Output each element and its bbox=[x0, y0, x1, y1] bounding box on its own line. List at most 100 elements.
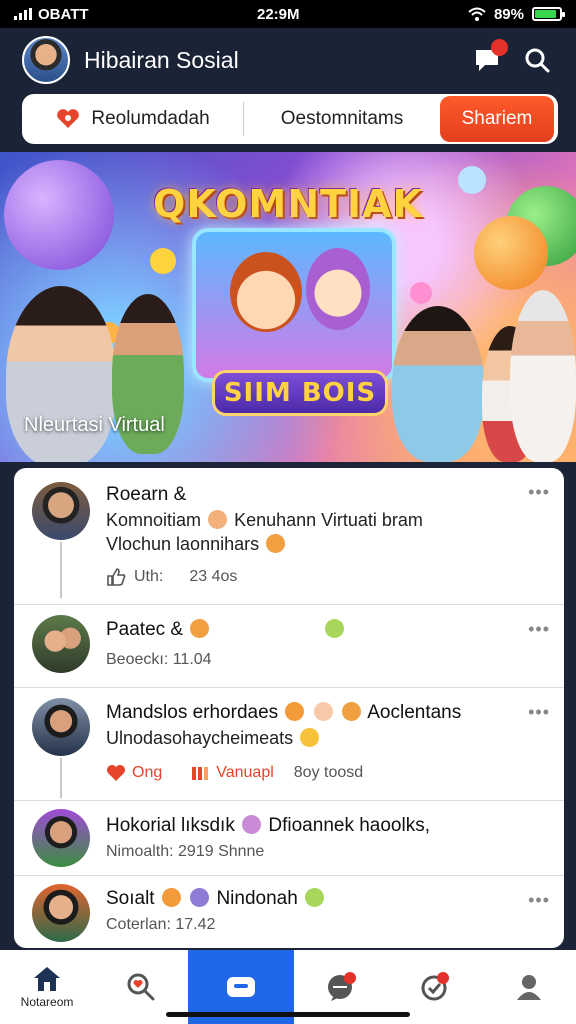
feed-item-4[interactable]: Hokorial lıksdık Dfioannek haoolks, Nimo… bbox=[14, 801, 564, 876]
post-meta: Nimoalth: 2919 Shnne bbox=[106, 843, 265, 860]
more-options-icon[interactable]: ••• bbox=[528, 702, 550, 723]
feed-item-5[interactable]: Soıalt Nindonah Coterlan: 17.42 ••• bbox=[14, 876, 564, 948]
battery-percent: 89% bbox=[493, 5, 524, 23]
kiss-emoji-icon bbox=[342, 702, 361, 721]
smile-emoji-icon bbox=[266, 534, 286, 553]
thread-line bbox=[60, 758, 62, 798]
more-options-icon[interactable]: ••• bbox=[528, 482, 550, 503]
messages-icon bbox=[327, 972, 356, 1001]
chat-badge bbox=[491, 39, 508, 56]
cartoon-girl bbox=[306, 248, 370, 330]
banner-subtitle: Nleurtasi Virtual bbox=[24, 414, 165, 436]
laugh-emoji-icon bbox=[161, 888, 181, 907]
face-emoji-icon bbox=[190, 619, 210, 638]
feed-item-2[interactable]: Paatec & Beoeckı: 11.04 ••• bbox=[14, 605, 564, 688]
feed-item-1[interactable]: Roearn & Komnoitiam Kenuhann Virtuati br… bbox=[14, 468, 564, 605]
post-author: Roearn & bbox=[106, 484, 187, 505]
post-author-suffix: Aoclentans bbox=[367, 702, 462, 723]
post-author: Mandslos erhordaes Aoclentans bbox=[106, 702, 461, 724]
post-author-name: Paatec & bbox=[106, 619, 184, 640]
status-left: OBATT bbox=[14, 6, 89, 23]
emoji-floating-2 bbox=[410, 282, 432, 304]
tab-share[interactable]: Shariem bbox=[440, 96, 554, 142]
grin-emoji-icon bbox=[300, 728, 320, 747]
chat-button[interactable] bbox=[470, 39, 508, 77]
nav-home[interactable]: Notareom bbox=[0, 950, 94, 1024]
battery-level bbox=[534, 10, 557, 18]
status-right: 89% bbox=[468, 5, 565, 23]
share-icon[interactable] bbox=[190, 764, 210, 782]
happy-emoji-icon bbox=[305, 888, 325, 907]
avatar[interactable] bbox=[32, 884, 90, 942]
post-line-1: Komnoitiam Kenuhann Virtuati bram bbox=[106, 510, 423, 531]
post-text-2: Vlochun laonnihars bbox=[106, 534, 260, 554]
post-meta: Beoeckı: 11.04 bbox=[106, 651, 212, 668]
search-heart-icon bbox=[127, 973, 155, 1001]
post-author-suffix: Nindonah bbox=[216, 888, 298, 909]
profile-icon bbox=[517, 975, 541, 1000]
avatar[interactable] bbox=[32, 615, 90, 673]
carrier-name: OBATT bbox=[38, 5, 89, 23]
avatar[interactable] bbox=[32, 698, 90, 756]
family-emoji-icon bbox=[190, 888, 210, 907]
like-label: Uth: bbox=[134, 568, 164, 585]
tab-community[interactable]: Oestomnitams bbox=[244, 94, 440, 144]
tab-recommended[interactable]: Reolumdadah bbox=[22, 102, 244, 136]
home-indicator bbox=[166, 1012, 410, 1017]
post-author-name: Mandslos erhordaes bbox=[106, 702, 279, 723]
app-header: Hibairan Sosial bbox=[0, 28, 576, 92]
nav-profile[interactable] bbox=[482, 950, 576, 1024]
action-1-label[interactable]: Ong bbox=[132, 764, 162, 782]
more-options-icon[interactable]: ••• bbox=[528, 890, 550, 911]
person-woman-right bbox=[510, 290, 576, 462]
balloon-right-orange bbox=[474, 216, 548, 290]
post-author-name: Hokorial lıksdık bbox=[106, 815, 235, 836]
person-man bbox=[392, 306, 484, 462]
hero-banner[interactable]: QKOMNTIAK SIIM BOIS Nleurtasi Virtual bbox=[0, 152, 576, 462]
like-count: 23 4os bbox=[189, 568, 238, 585]
feed-tabs: Reolumdadah Oestomnitams Shariem bbox=[22, 94, 558, 144]
thread-line bbox=[60, 542, 62, 598]
tab-recommended-label: Reolumdadah bbox=[91, 108, 210, 129]
post-text-1a: Komnoitiam bbox=[106, 510, 202, 530]
create-icon bbox=[226, 977, 255, 997]
wifi-icon bbox=[468, 7, 486, 21]
post-meta: Coterlan: 17.42 bbox=[106, 916, 216, 933]
post-line-2: Ulnodasohaycheimeats bbox=[106, 728, 321, 749]
avatar[interactable] bbox=[32, 809, 90, 867]
action-2-label[interactable]: Vanuapl bbox=[216, 764, 274, 782]
home-icon bbox=[34, 967, 61, 991]
banner-title: QKOMNTIAK bbox=[153, 182, 423, 226]
post-author: Hokorial lıksdık Dfioannek haoolks, bbox=[106, 815, 430, 837]
post-line-2: Vlochun laonnihars bbox=[106, 534, 287, 555]
search-icon bbox=[525, 48, 550, 73]
heart-icon[interactable] bbox=[106, 764, 126, 782]
search-button[interactable] bbox=[520, 43, 554, 77]
app-title: Hibairan Sosial bbox=[84, 46, 239, 73]
post-author-name: Soıalt bbox=[106, 888, 155, 909]
feed-list: Roearn & Komnoitiam Kenuhann Virtuati br… bbox=[14, 468, 564, 948]
avatar[interactable] bbox=[32, 482, 90, 540]
video-screen bbox=[192, 228, 396, 382]
cartoon-boy bbox=[230, 252, 302, 332]
screen-caption: SIIM BOIS bbox=[212, 370, 388, 416]
nav-home-label: Notareom bbox=[20, 995, 74, 1009]
more-options-icon[interactable]: ••• bbox=[528, 619, 550, 640]
post-text-1b: Kenuhann Virtuati bram bbox=[234, 510, 423, 530]
action-3-label[interactable]: 8oy toosd bbox=[294, 764, 363, 782]
post-author: Soıalt Nindonah bbox=[106, 888, 326, 910]
like-icon[interactable] bbox=[106, 568, 126, 586]
tab-community-label: Oestomnitams bbox=[280, 108, 404, 129]
battery-icon bbox=[531, 7, 565, 21]
status-bar: OBATT 22:9M 89% bbox=[0, 0, 576, 28]
feed-item-3[interactable]: Mandslos erhordaes Aoclentans Ulnodasoha… bbox=[14, 688, 564, 801]
post-meta: Uth: 23 4os bbox=[106, 568, 237, 586]
laugh-emoji-icon bbox=[285, 702, 305, 721]
emoji-floating-1 bbox=[150, 248, 176, 274]
notifications-icon bbox=[421, 972, 449, 1001]
heart-chat-icon bbox=[57, 109, 80, 128]
tab-share-label: Shariem bbox=[461, 108, 533, 129]
avatar-emoji-icon bbox=[208, 510, 228, 529]
profile-avatar[interactable] bbox=[22, 36, 70, 84]
cheeks-emoji-icon bbox=[313, 702, 333, 721]
